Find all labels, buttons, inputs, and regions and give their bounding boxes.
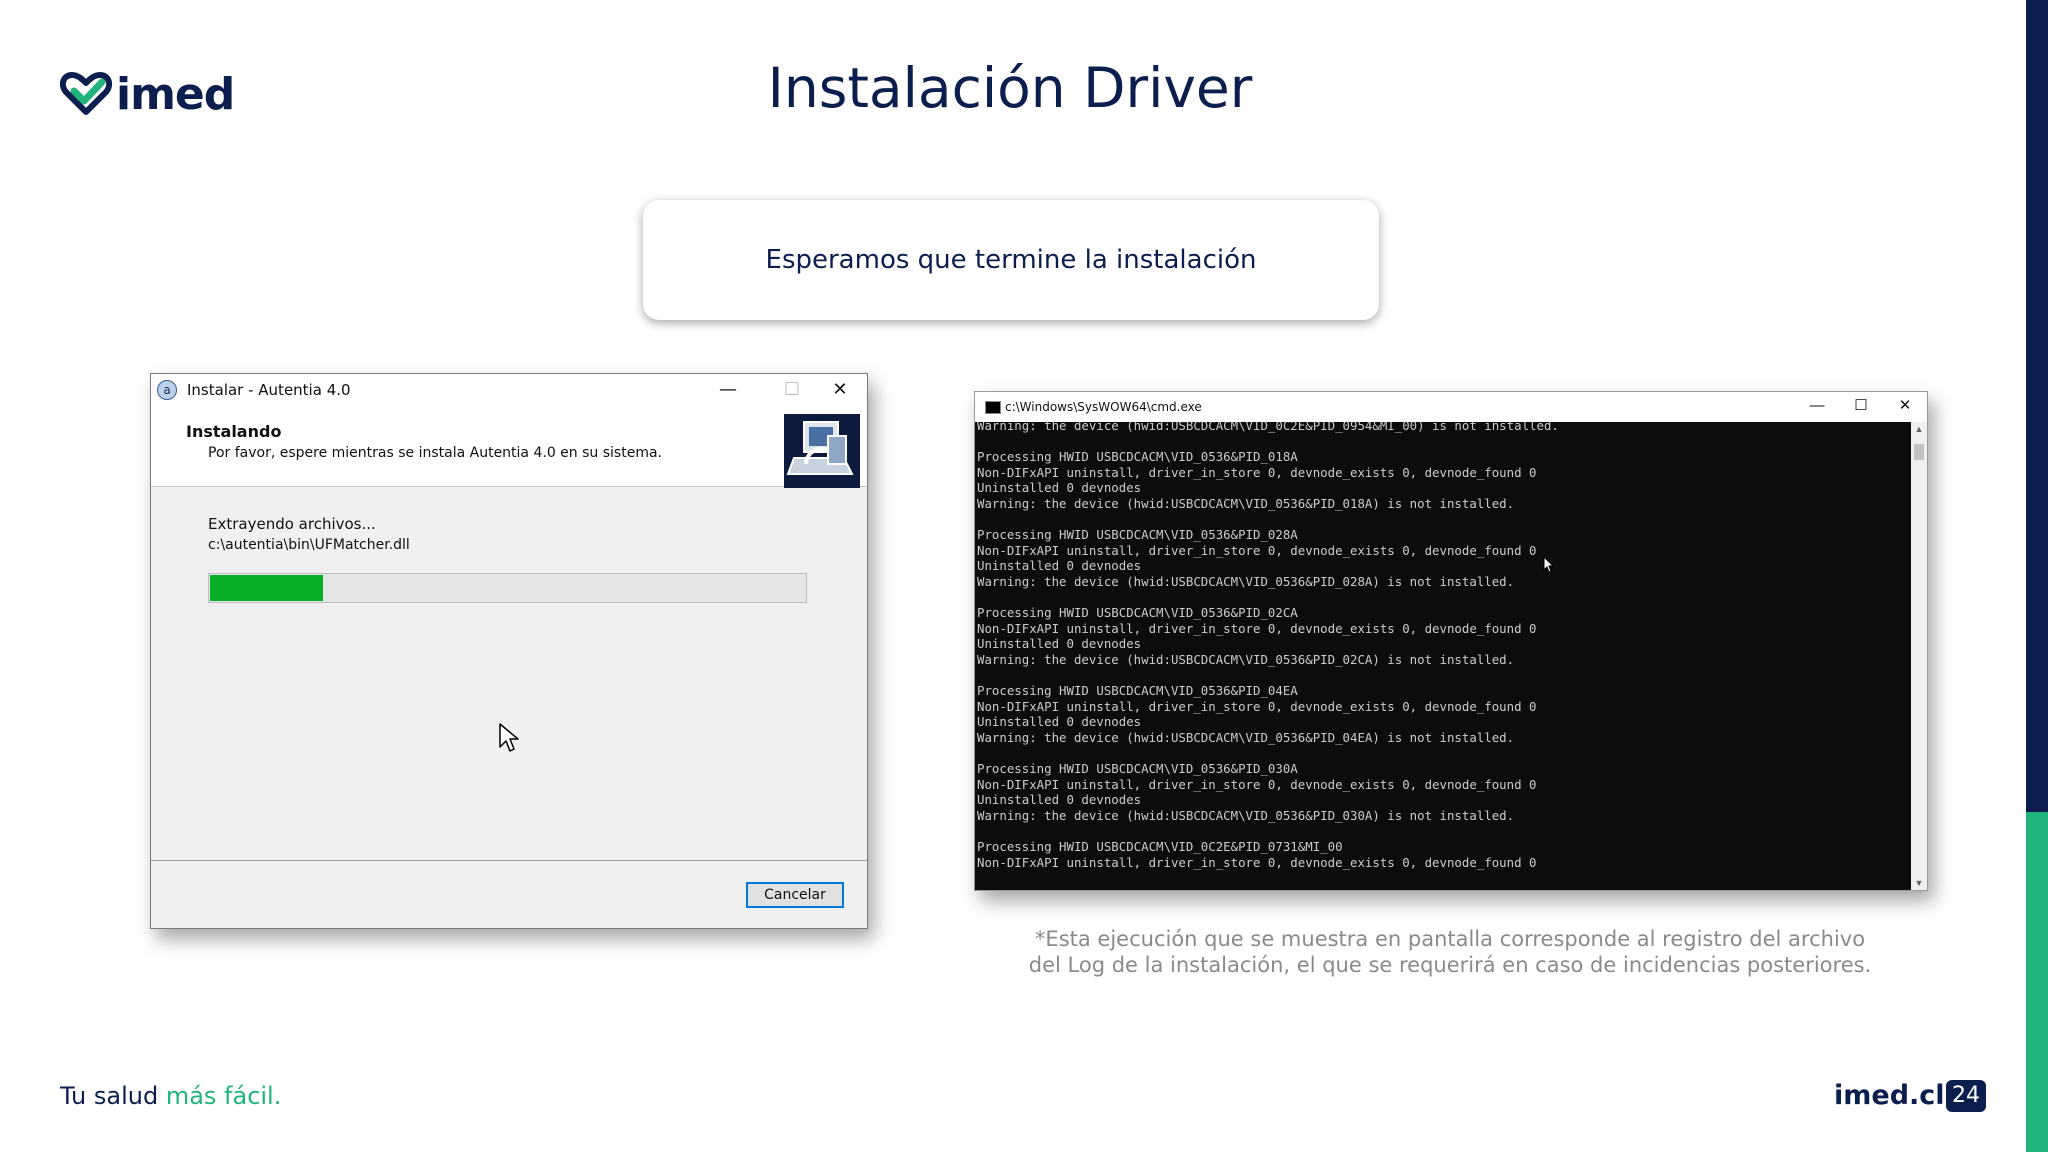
page-number: 24 <box>1946 1080 1986 1112</box>
footer-divider <box>151 860 867 861</box>
check-heart-icon <box>60 72 112 115</box>
tagline: Tu salud más fácil. <box>60 1082 281 1110</box>
page-title: Instalación Driver <box>767 56 1253 120</box>
instruction-callout: Esperamos que termine la instalación <box>643 200 1379 320</box>
cmd-icon <box>985 401 1001 414</box>
close-icon[interactable]: ✕ <box>1883 392 1927 422</box>
side-band-accent <box>2026 812 2048 1152</box>
cmd-window-title: c:\Windows\SysWOW64\cmd.exe <box>1005 400 1202 414</box>
mouse-pointer-icon <box>499 723 519 752</box>
logo-text: imed <box>116 68 235 120</box>
slide: imed Instalación Driver Esperamos que te… <box>0 0 2026 1152</box>
installer-window: a Instalar - Autentia 4.0 — ☐ ✕ Instalan… <box>150 373 868 929</box>
footer-brand: imed.cl <box>1834 1080 1945 1111</box>
cmd-window: c:\Windows\SysWOW64\cmd.exe — ☐ ✕ Warnin… <box>974 391 1928 891</box>
close-icon[interactable]: ✕ <box>815 374 865 406</box>
scroll-up-icon[interactable]: ▲ <box>1911 422 1927 436</box>
mouse-pointer-icon <box>1543 556 1555 573</box>
installer-window-title: Instalar - Autentia 4.0 <box>187 381 351 399</box>
minimize-icon[interactable]: — <box>1795 392 1839 422</box>
installer-header: Instalando Por favor, espere mientras se… <box>151 406 867 488</box>
scroll-down-icon[interactable]: ▼ <box>1911 876 1927 890</box>
install-progress-bar <box>208 573 807 603</box>
console-output[interactable]: Warning: the device (hwid:USBCDCACM\VID_… <box>975 422 1911 890</box>
console-lines: Warning: the device (hwid:USBCDCACM\VID_… <box>977 422 1559 870</box>
tagline-main: Tu salud <box>60 1082 166 1110</box>
installer-titlebar[interactable]: a Instalar - Autentia 4.0 — ☐ ✕ <box>151 374 867 406</box>
callout-text: Esperamos que termine la instalación <box>765 245 1257 275</box>
cmd-scrollbar[interactable]: ▲ ▼ <box>1911 422 1927 890</box>
tagline-accent: más fácil. <box>165 1082 282 1110</box>
installer-status: Extrayendo archivos... <box>208 515 376 533</box>
cancel-button[interactable]: Cancelar <box>746 882 844 908</box>
installer-heading: Instalando <box>186 422 282 441</box>
cmd-titlebar[interactable]: c:\Windows\SysWOW64\cmd.exe — ☐ ✕ <box>975 392 1927 422</box>
maximize-icon: ☐ <box>783 379 801 400</box>
installer-computer-icon <box>784 414 860 488</box>
scrollbar-thumb[interactable] <box>1914 444 1924 460</box>
minimize-icon[interactable]: — <box>703 374 753 406</box>
maximize-icon[interactable]: ☐ <box>1839 392 1883 422</box>
imed-logo: imed <box>60 68 235 120</box>
app-icon: a <box>157 380 177 400</box>
install-progress-fill <box>210 575 323 601</box>
log-caption: *Esta ejecución que se muestra en pantal… <box>1006 926 1894 978</box>
installer-current-file: c:\autentia\bin\UFMatcher.dll <box>208 537 410 553</box>
caption-line-2: del Log de la instalación, el que se req… <box>1028 953 1872 977</box>
installer-subheading: Por favor, espere mientras se instala Au… <box>208 445 662 461</box>
caption-line-1: *Esta ejecución que se muestra en pantal… <box>1034 927 1866 951</box>
